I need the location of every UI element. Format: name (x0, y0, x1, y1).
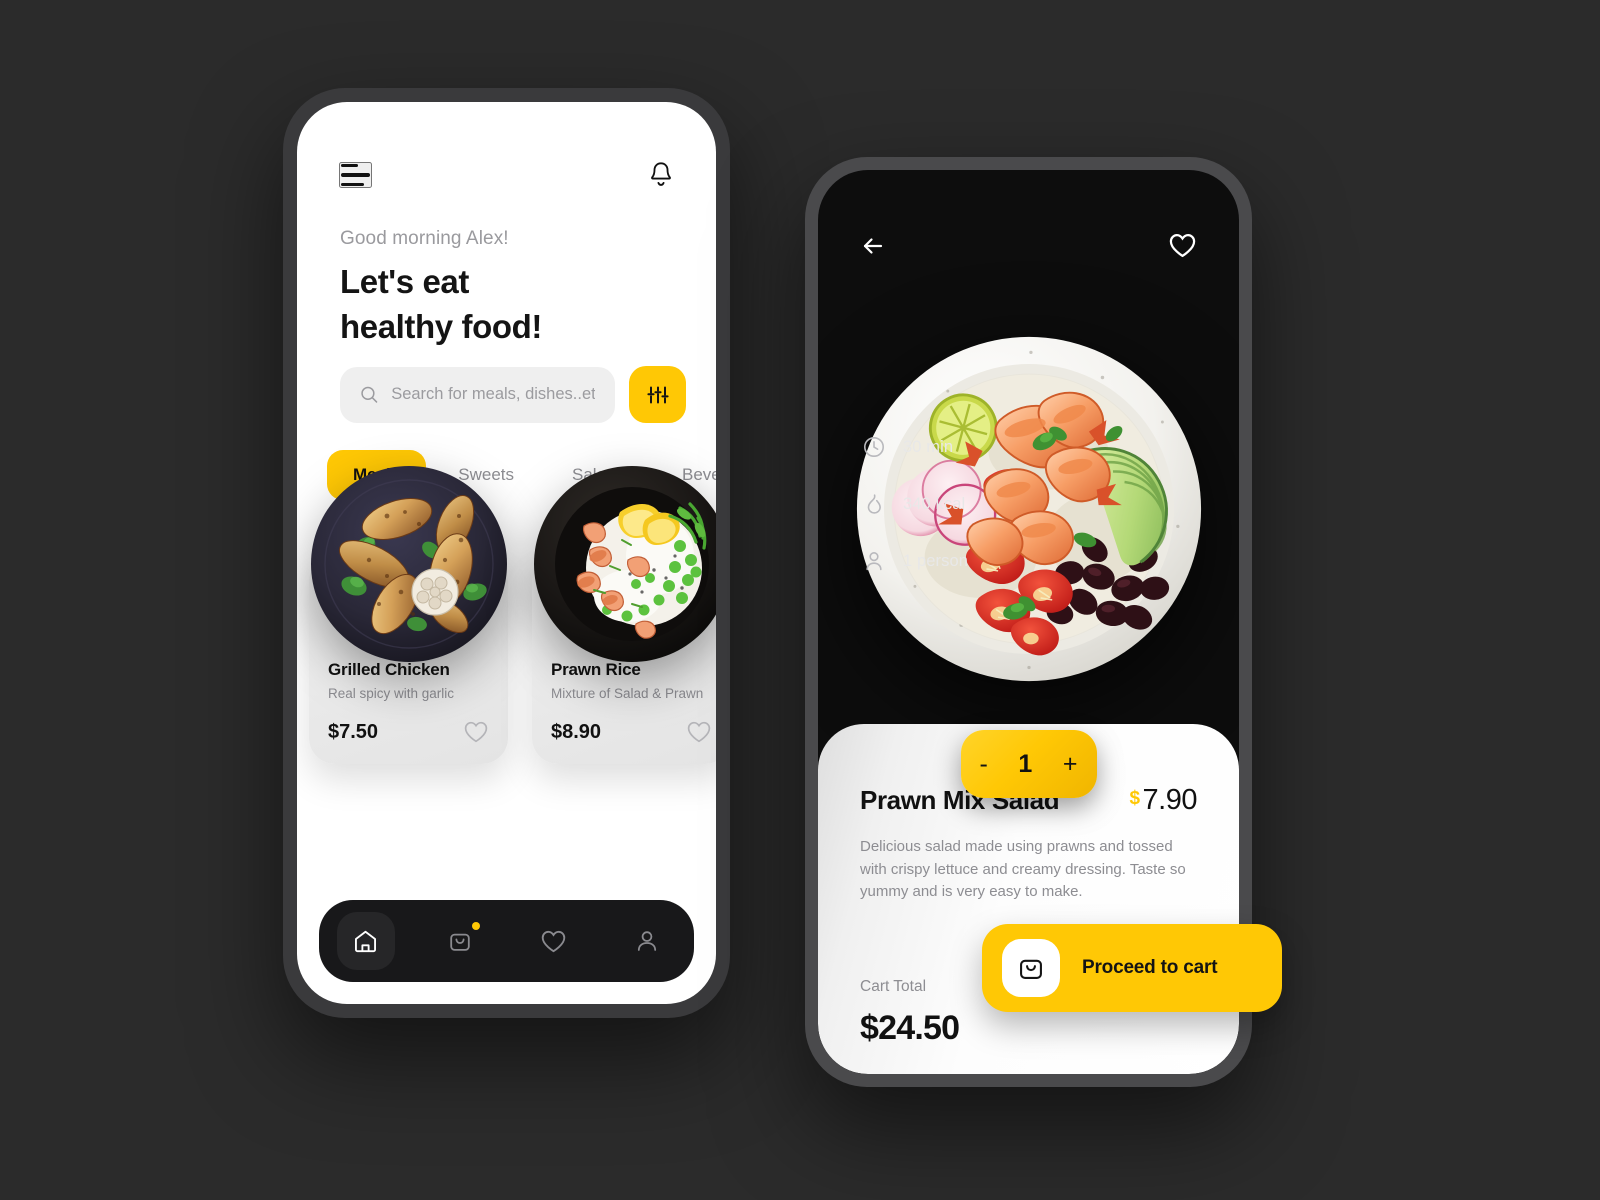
search-icon (361, 386, 378, 403)
favorite-button[interactable] (686, 720, 712, 744)
price-amount: 7.90 (1142, 784, 1198, 816)
increment-button[interactable]: + (1063, 751, 1078, 777)
person-icon (638, 931, 657, 951)
decrement-button[interactable]: - (980, 751, 988, 777)
arrow-left-icon (863, 237, 883, 254)
proceed-to-cart-label: Proceed to cart (1082, 957, 1218, 978)
meta-calories-label: 340 kcal (903, 494, 966, 513)
headline-line-2: healthy food! (340, 307, 542, 345)
meal-subtitle: Mixture of Salad & Prawn (551, 686, 704, 701)
nav-home[interactable] (336, 912, 395, 970)
product-description: Delicious salad made using prawns and to… (860, 838, 1186, 900)
person-icon (866, 551, 882, 571)
meal-card-footer: $7.50 (328, 720, 489, 744)
meta-time: 30 min (862, 435, 968, 459)
quantity-value: 1 (1018, 749, 1033, 778)
notification-badge-dot (471, 922, 480, 930)
search-input[interactable] (391, 385, 595, 404)
meta-calories: 340 kcal (862, 492, 968, 516)
product-price: $7.90 (1129, 784, 1197, 817)
home-screen: Good morning Alex! Let's eat healthy foo… (297, 102, 716, 1004)
meal-price: $8.90 (551, 720, 602, 743)
bell-icon[interactable] (648, 160, 674, 190)
flame-icon (867, 494, 881, 514)
meal-price: $7.50 (328, 720, 379, 743)
shopping-bag-icon (449, 933, 470, 951)
clock-icon (864, 437, 884, 457)
sliders-filter-icon (646, 386, 669, 403)
detail-topbar (860, 232, 1197, 259)
bag-icon-wrapper (1002, 939, 1060, 997)
back-button[interactable] (860, 234, 890, 258)
meal-card-grilled-chicken[interactable]: Grilled Chicken Real spicy with garlic $… (309, 466, 508, 764)
heart-outline-icon (687, 721, 711, 743)
cart-total-label: Cart Total (860, 978, 927, 995)
home-topbar (339, 160, 674, 190)
nav-orders[interactable] (431, 912, 489, 970)
meta-servings-label: 1 person (903, 551, 969, 570)
headline-line-1: Let's eat (340, 263, 469, 300)
heart-outline-icon (541, 930, 566, 952)
meal-card-list: Grilled Chicken Real spicy with garlic $… (309, 466, 716, 764)
meal-subtitle: Real spicy with garlic (328, 686, 455, 701)
search-row (340, 366, 686, 423)
cart-total-value: $24.50 (860, 1009, 960, 1047)
bottom-navigation (319, 900, 694, 982)
detail-screen: 30 min 340 kcal 1 person Prawn Mix Salad… (818, 170, 1282, 1074)
favorite-button[interactable] (463, 720, 489, 744)
quantity-stepper: - 1 + (960, 730, 1097, 798)
currency-symbol: $ (1129, 788, 1140, 809)
meal-card-footer: $8.90 (551, 720, 712, 744)
meal-card-prawn-rice[interactable]: Prawn Rice Mixture of Salad & Prawn $8.9… (532, 466, 716, 764)
heart-outline-icon (464, 721, 488, 743)
heart-outline-icon (1169, 234, 1196, 258)
filter-button[interactable] (629, 366, 686, 423)
meta-time-label: 30 min (903, 437, 954, 456)
detail-phone-frame: 30 min 340 kcal 1 person Prawn Mix Salad… (805, 157, 1282, 1087)
recipe-meta-list: 30 min 340 kcal 1 person (862, 435, 968, 573)
page-title: Let's eat healthy food! (340, 260, 542, 350)
nav-favorites[interactable] (524, 912, 582, 970)
search-field[interactable] (340, 366, 615, 423)
prawn-rice-image (533, 466, 716, 662)
home-phone-frame: Good morning Alex! Let's eat healthy foo… (283, 88, 730, 1018)
hamburger-menu-icon[interactable] (339, 161, 372, 189)
meta-servings: 1 person (862, 549, 968, 573)
shopping-bag-icon (1020, 959, 1042, 979)
proceed-to-cart-button[interactable]: Proceed to cart (982, 924, 1282, 1012)
favorite-button[interactable] (1168, 232, 1197, 259)
greeting-text: Good morning Alex! (340, 228, 509, 249)
home-icon (355, 930, 377, 952)
nav-profile[interactable] (618, 912, 676, 970)
grilled-chicken-image (310, 466, 507, 662)
